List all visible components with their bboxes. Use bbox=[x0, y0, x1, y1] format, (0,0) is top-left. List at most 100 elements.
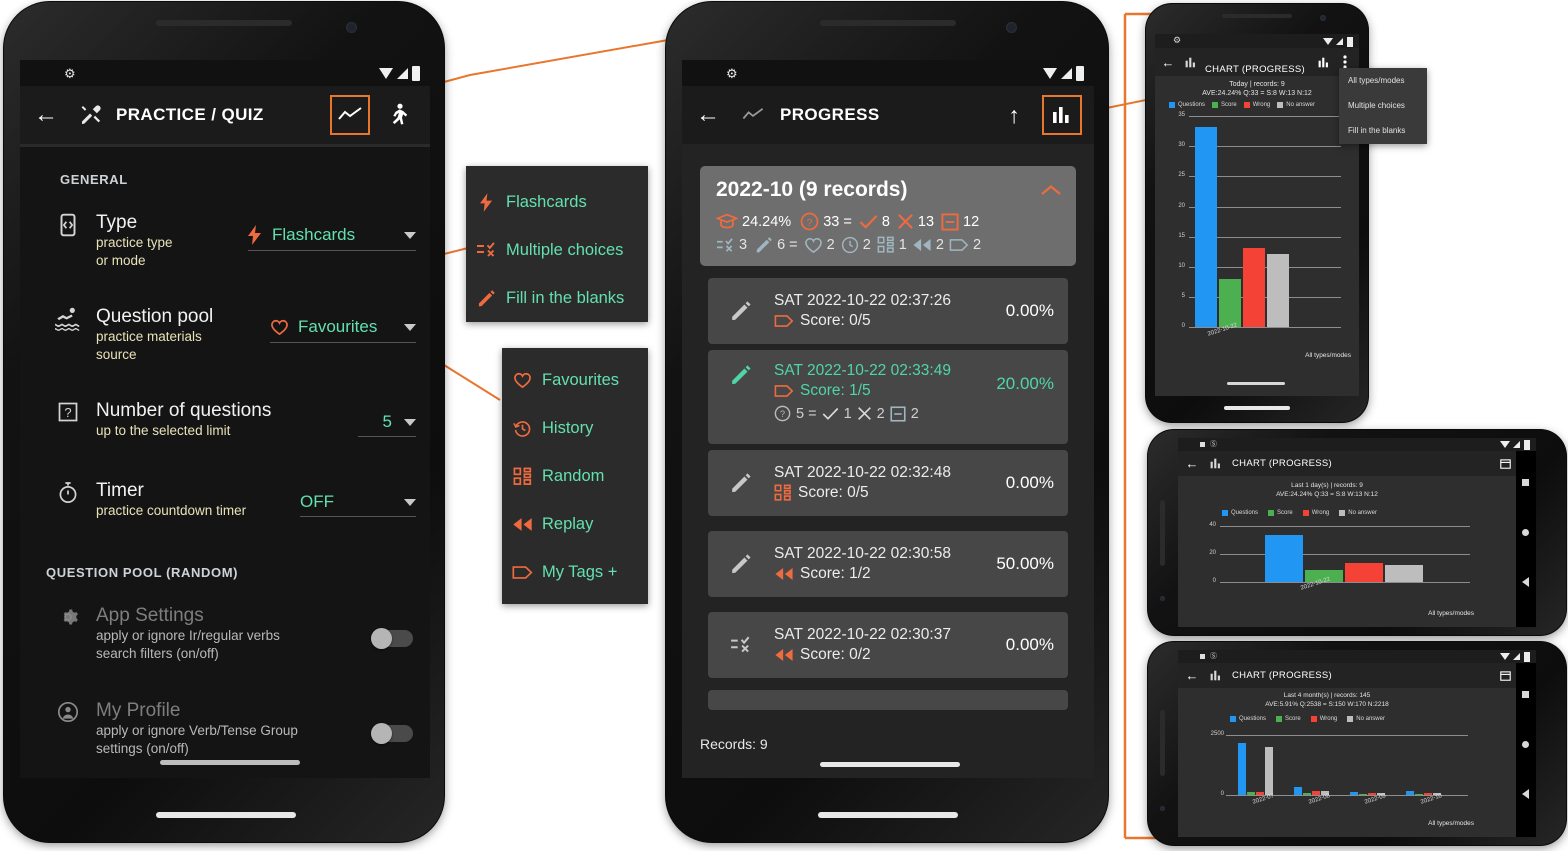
chart-2-legend: Questions Score Wrong No answer bbox=[1222, 510, 1377, 516]
chevron-up-icon[interactable] bbox=[1040, 184, 1062, 202]
menu-item-random[interactable]: Random bbox=[502, 452, 648, 500]
menu-item-history[interactable]: History bbox=[502, 404, 648, 452]
bar-chart-icon bbox=[1206, 451, 1226, 476]
menu-item-fill-in-the-blanks[interactable]: Fill in the blanks bbox=[1339, 118, 1427, 143]
nav-back-icon[interactable] bbox=[1522, 789, 1529, 799]
multiple-choices-icon bbox=[708, 635, 774, 655]
chevron-down-icon[interactable] bbox=[404, 498, 416, 506]
chart-2-title: Last 1 day(s) | records: 9 bbox=[1291, 482, 1363, 489]
question-pool-dropdown[interactable]: Favourites bbox=[270, 312, 416, 343]
nav-back-icon[interactable] bbox=[1522, 577, 1529, 587]
bar-questions bbox=[1195, 127, 1217, 327]
app-bar-divider bbox=[20, 144, 430, 147]
home-icon[interactable] bbox=[1522, 741, 1529, 748]
row-my-profile[interactable]: My Profile apply or ignore Verb/Tense Gr… bbox=[46, 700, 416, 758]
back-arrow-icon[interactable]: ← bbox=[1178, 451, 1206, 476]
chart-3-subtitle: AVE:5.91% Q:2538 = S:150 W:170 N:2218 bbox=[1265, 700, 1389, 708]
running-man-icon[interactable] bbox=[378, 95, 418, 135]
page-title: CHART (PROGRESS) bbox=[1205, 64, 1305, 75]
back-arrow-icon[interactable]: ← bbox=[1178, 663, 1206, 688]
type-options-menu[interactable]: Flashcards Multiple choices Fill in the … bbox=[466, 166, 648, 322]
row-number-title: Number of questions bbox=[96, 400, 272, 421]
phone-speaker bbox=[820, 20, 956, 26]
row-timer-sub: practice countdown timer bbox=[96, 503, 247, 518]
menu-item-my-tags[interactable]: My Tags + bbox=[502, 548, 648, 596]
number-of-questions-dropdown[interactable]: 5 bbox=[358, 408, 416, 437]
progress-app-bar: ← PROGRESS ↑ bbox=[682, 86, 1094, 144]
lightning-icon bbox=[248, 225, 262, 245]
chart-1-stats: Today | records: 9 AVE:24.24% Q:33 = S:8… bbox=[1155, 80, 1359, 99]
summary-wrong: 13 bbox=[917, 213, 935, 230]
bar-chart-icon[interactable] bbox=[1042, 95, 1082, 135]
svg-text:?: ? bbox=[64, 405, 71, 420]
summary-card[interactable]: 2022-10 (9 records) 24.24% ? 33 = 8 13 1… bbox=[700, 166, 1076, 266]
menu-item-label: Fill in the blanks bbox=[506, 288, 625, 307]
line-chart-icon[interactable] bbox=[330, 95, 370, 135]
summary-line-2: 3 6 = 2 2 1 2 2 bbox=[716, 236, 981, 254]
recents-icon[interactable] bbox=[1522, 479, 1529, 486]
menu-item-flashcards[interactable]: Flashcards bbox=[466, 178, 648, 226]
legend-label: Questions bbox=[1231, 510, 1259, 516]
summary-average: 24.24% bbox=[742, 213, 792, 230]
menu-item-favourites[interactable]: Favourites bbox=[502, 356, 648, 404]
bar-score bbox=[1359, 794, 1367, 795]
type-dropdown[interactable]: Flashcards bbox=[248, 220, 416, 251]
legend-label: Questions bbox=[1178, 102, 1206, 108]
menu-item-multiple-choices[interactable]: Multiple choices bbox=[1339, 93, 1427, 118]
back-arrow-icon[interactable]: ← bbox=[20, 86, 72, 144]
back-arrow-icon[interactable]: ← bbox=[1155, 48, 1181, 76]
phone-speaker bbox=[1160, 500, 1165, 566]
phone-camera bbox=[1006, 22, 1017, 33]
question-pool-options-menu[interactable]: Favourites History Random Replay My Tags… bbox=[502, 348, 648, 604]
app-settings-toggle[interactable] bbox=[371, 628, 413, 649]
home-icon[interactable] bbox=[1522, 529, 1529, 536]
record-row[interactable]: SAT 2022-10-22 02:30:37 Score: 0/2 0.00% bbox=[708, 612, 1068, 678]
timer-dropdown[interactable]: OFF bbox=[300, 488, 416, 517]
chevron-down-icon[interactable] bbox=[404, 231, 416, 239]
menu-item-label: Multiple choices bbox=[1348, 101, 1405, 110]
chart-types-menu[interactable]: All types/modes Multiple choices Fill in… bbox=[1339, 68, 1427, 144]
chevron-down-icon[interactable] bbox=[404, 323, 416, 331]
toggle-knob bbox=[371, 723, 392, 744]
menu-item-multiple-choices[interactable]: Multiple choices bbox=[466, 226, 648, 274]
bar-chart-icon[interactable] bbox=[1313, 48, 1335, 76]
row-app-settings[interactable]: App Settings apply or ignore Ir/regular … bbox=[46, 605, 416, 663]
toggle-knob bbox=[371, 628, 392, 649]
my-profile-toggle[interactable] bbox=[371, 723, 413, 744]
record-row[interactable]: SAT 2022-10-22 02:30:58 Score: 1/2 50.00… bbox=[708, 531, 1068, 597]
back-arrow-icon[interactable]: ← bbox=[682, 86, 734, 144]
summary-line-1: 24.24% ? 33 = 8 13 12 bbox=[716, 212, 979, 231]
history-icon bbox=[502, 419, 542, 438]
chevron-down-icon[interactable] bbox=[404, 418, 416, 426]
legend-label: Questions bbox=[1239, 716, 1267, 722]
signal-icon bbox=[1061, 67, 1072, 79]
graduation-icon bbox=[716, 213, 738, 230]
menu-item-label: Flashcards bbox=[506, 192, 587, 211]
phone-home-indicator bbox=[818, 812, 958, 818]
menu-item-all-types[interactable]: All types/modes bbox=[1339, 68, 1427, 93]
record-row[interactable]: SAT 2022-10-22 02:32:48 Score: 0/5 0.00% bbox=[708, 450, 1068, 516]
up-arrow-icon[interactable]: ↑ bbox=[994, 92, 1034, 138]
record-row[interactable]: SAT 2022-10-22 02:37:26 Score: 0/5 0.00% bbox=[708, 278, 1068, 344]
random-icon bbox=[877, 236, 895, 254]
menu-item-fill-in-the-blanks[interactable]: Fill in the blanks bbox=[466, 274, 648, 322]
recents-icon[interactable] bbox=[1522, 691, 1529, 698]
legend-swatch bbox=[1230, 716, 1236, 722]
svg-text:?: ? bbox=[780, 409, 785, 419]
chart-2-subtitle: AVE:24.24% Q:33 = S:8 W:13 N:12 bbox=[1276, 490, 1378, 498]
record-score-text: Score: 0/2 bbox=[800, 646, 871, 663]
record-row-partial[interactable] bbox=[708, 690, 1068, 710]
y-tick: 20 bbox=[1209, 550, 1216, 556]
legend-item-noanswer: No answer bbox=[1277, 102, 1315, 108]
pencil-icon bbox=[708, 300, 774, 322]
calendar-icon[interactable] bbox=[1494, 663, 1516, 688]
record-score: Score: 0/2 bbox=[774, 646, 951, 664]
row-question-pool-sub: practice materials source bbox=[96, 329, 202, 362]
calendar-icon[interactable] bbox=[1494, 451, 1516, 476]
menu-item-replay[interactable]: Replay bbox=[502, 500, 648, 548]
flashcard-icon bbox=[46, 212, 90, 270]
phone-progress-shell: ⚙ ← PROGRESS ↑ 2022-10 (9 records) 24.24… bbox=[666, 2, 1108, 842]
record-row[interactable]: SAT 2022-10-22 02:33:49 Score: 1/5 ? 5 =… bbox=[708, 350, 1068, 444]
line-chart-icon[interactable] bbox=[734, 86, 772, 144]
legend-label: No answer bbox=[1286, 102, 1315, 108]
